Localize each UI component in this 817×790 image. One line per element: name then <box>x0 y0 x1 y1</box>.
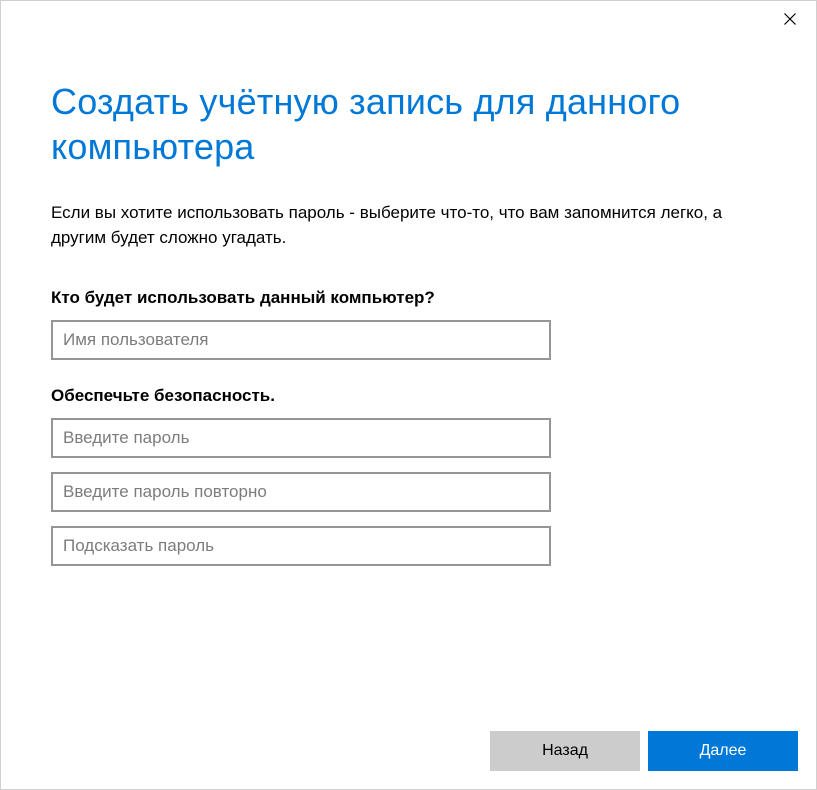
close-icon <box>784 13 796 25</box>
security-section-label: Обеспечьте безопасность. <box>51 386 766 406</box>
user-section-label: Кто будет использовать данный компьютер? <box>51 288 766 308</box>
password-confirm-field[interactable] <box>51 472 551 512</box>
page-description: Если вы хотите использовать пароль - выб… <box>51 201 751 250</box>
close-button[interactable] <box>776 5 804 33</box>
back-button[interactable]: Назад <box>490 731 640 771</box>
user-section: Кто будет использовать данный компьютер? <box>51 288 766 360</box>
page-title: Создать учётную запись для данного компь… <box>51 79 766 169</box>
next-button[interactable]: Далее <box>648 731 798 771</box>
create-account-dialog: Создать учётную запись для данного компь… <box>0 0 817 790</box>
password-field[interactable] <box>51 418 551 458</box>
username-field[interactable] <box>51 320 551 360</box>
password-hint-field[interactable] <box>51 526 551 566</box>
dialog-content: Создать учётную запись для данного компь… <box>1 1 816 566</box>
security-section: Обеспечьте безопасность. <box>51 386 766 566</box>
dialog-footer: Назад Далее <box>490 731 798 771</box>
